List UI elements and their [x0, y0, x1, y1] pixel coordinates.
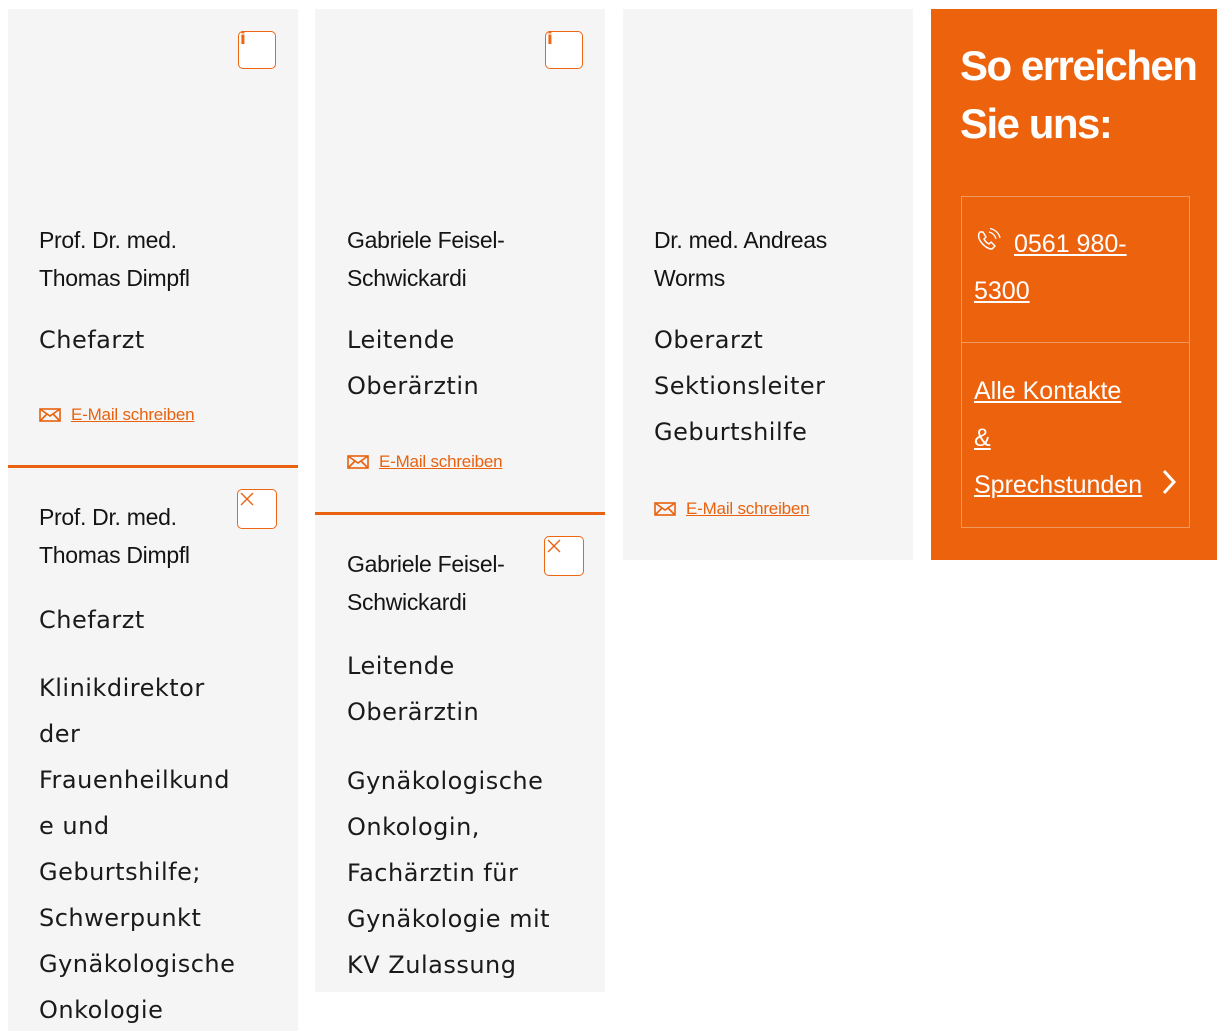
doctor-name: Prof. Dr. med. Thomas Dimpfl	[39, 498, 190, 574]
description-line: der	[39, 720, 81, 748]
doctor-name-line: Gabriele Feisel-	[347, 227, 505, 253]
description-line: Gynäkologische	[39, 950, 236, 978]
info-icon: i	[547, 29, 553, 49]
doctor-role: Chefarzt	[39, 606, 145, 634]
phone-link[interactable]: 0561 980- 5300	[974, 221, 1127, 315]
doctor-role: Chefarzt	[39, 326, 145, 354]
contact-title-line: So erreichen	[960, 42, 1198, 89]
doctor-name-line: Prof. Dr. med.	[39, 504, 177, 530]
doctor-name-line: Dr. med. Andreas	[654, 227, 827, 253]
mail-icon	[39, 408, 61, 422]
doctor-name-line: Schwickardi	[347, 589, 467, 615]
description-line: Geburtshilfe;	[39, 858, 201, 886]
doctor-name: Gabriele Feisel- Schwickardi	[347, 221, 505, 297]
role-line: Oberarzt	[654, 326, 764, 354]
doctor-name: Dr. med. Andreas Worms	[654, 221, 827, 297]
all-contacts-line: Alle Kontakte	[974, 377, 1122, 405]
description-line: Gynäkologische	[347, 767, 544, 795]
role-line: Oberärztin	[347, 698, 480, 726]
email-link[interactable]: E-Mail schreiben	[347, 452, 503, 472]
mail-icon	[654, 502, 676, 516]
doctor-name-line: Schwickardi	[347, 265, 467, 291]
contact-box: So erreichen Sie uns: 0561 980- 5300 All…	[931, 9, 1217, 560]
phone-link-line: 0561 980-	[1014, 230, 1127, 258]
doctor-name-line: Prof. Dr. med.	[39, 227, 177, 253]
description-line: Frauenheilkund	[39, 766, 230, 794]
description-line: Gynäkologie mit	[347, 905, 551, 933]
all-contacts-line: &	[974, 424, 991, 452]
all-contacts-link[interactable]: Alle Kontakte & Sprechstunden	[974, 368, 1142, 509]
all-contacts-line: Sprechstunden	[974, 471, 1143, 499]
info-button[interactable]: i	[238, 29, 276, 69]
email-link-label: E-Mail schreiben	[686, 499, 810, 518]
description-line: Onkologie	[39, 996, 164, 1024]
description-line: KV Zulassung	[347, 951, 517, 979]
info-button[interactable]: i	[545, 29, 583, 69]
email-link-label: E-Mail schreiben	[379, 452, 503, 471]
contact-list: 0561 980- 5300 Alle Kontakte & Sprechstu…	[961, 196, 1190, 528]
description-line: Schwerpunkt	[39, 904, 202, 932]
doctor-role: Leitende Oberärztin	[347, 643, 479, 735]
contact-title: So erreichen Sie uns:	[960, 37, 1210, 153]
doctor-name: Gabriele Feisel- Schwickardi	[347, 545, 505, 621]
role-line: Oberärztin	[347, 372, 480, 400]
phone-link-line: 5300	[974, 277, 1030, 305]
description-line: Fachärztin für	[347, 859, 519, 887]
close-button[interactable]	[237, 489, 277, 529]
doctor-role: Oberarzt Sektionsleiter Geburtshilfe	[654, 317, 826, 455]
close-icon	[547, 539, 561, 553]
doctor-description: Klinikdirektor der Frauenheilkund e und …	[39, 665, 235, 1033]
role-line: Geburtshilfe	[654, 418, 808, 446]
close-icon	[240, 492, 254, 506]
doctor-description: Gynäkologische Onkologin, Fachärztin für…	[347, 758, 550, 988]
doctor-card-dimpfl: i Prof. Dr. med. Thomas Dimpfl Chefarzt …	[8, 9, 298, 467]
mail-icon	[347, 455, 369, 469]
email-link[interactable]: E-Mail schreiben	[39, 405, 195, 425]
email-link-label: E-Mail schreiben	[71, 405, 195, 424]
role-line: Leitende	[347, 326, 455, 354]
description-line: e und	[39, 812, 110, 840]
close-button[interactable]	[544, 536, 584, 576]
info-icon: i	[240, 29, 246, 49]
doctor-detail-feisel: Gabriele Feisel- Schwickardi Leitende Ob…	[315, 515, 605, 992]
email-link[interactable]: E-Mail schreiben	[654, 499, 810, 519]
role-line: Leitende	[347, 652, 455, 680]
doctor-detail-dimpfl: Prof. Dr. med. Thomas Dimpfl Chefarzt Kl…	[8, 468, 298, 1031]
doctor-card-worms: Dr. med. Andreas Worms Oberarzt Sektions…	[623, 9, 913, 560]
contact-title-line: Sie uns:	[960, 100, 1113, 147]
role-line: Sektionsleiter	[654, 372, 826, 400]
doctor-role: Leitende Oberärztin	[347, 317, 479, 409]
doctor-name: Prof. Dr. med. Thomas Dimpfl	[39, 221, 190, 297]
description-line: Klinikdirektor	[39, 674, 205, 702]
doctor-name-line: Gabriele Feisel-	[347, 551, 505, 577]
contact-separator	[962, 342, 1189, 343]
doctor-name-line: Worms	[654, 265, 725, 291]
doctor-name-line: Thomas Dimpfl	[39, 265, 190, 291]
description-line: Onkologin,	[347, 813, 480, 841]
doctor-card-feisel: i Gabriele Feisel- Schwickardi Leitende …	[315, 9, 605, 514]
chevron-right-icon[interactable]	[1159, 468, 1179, 496]
doctor-name-line: Thomas Dimpfl	[39, 542, 190, 568]
